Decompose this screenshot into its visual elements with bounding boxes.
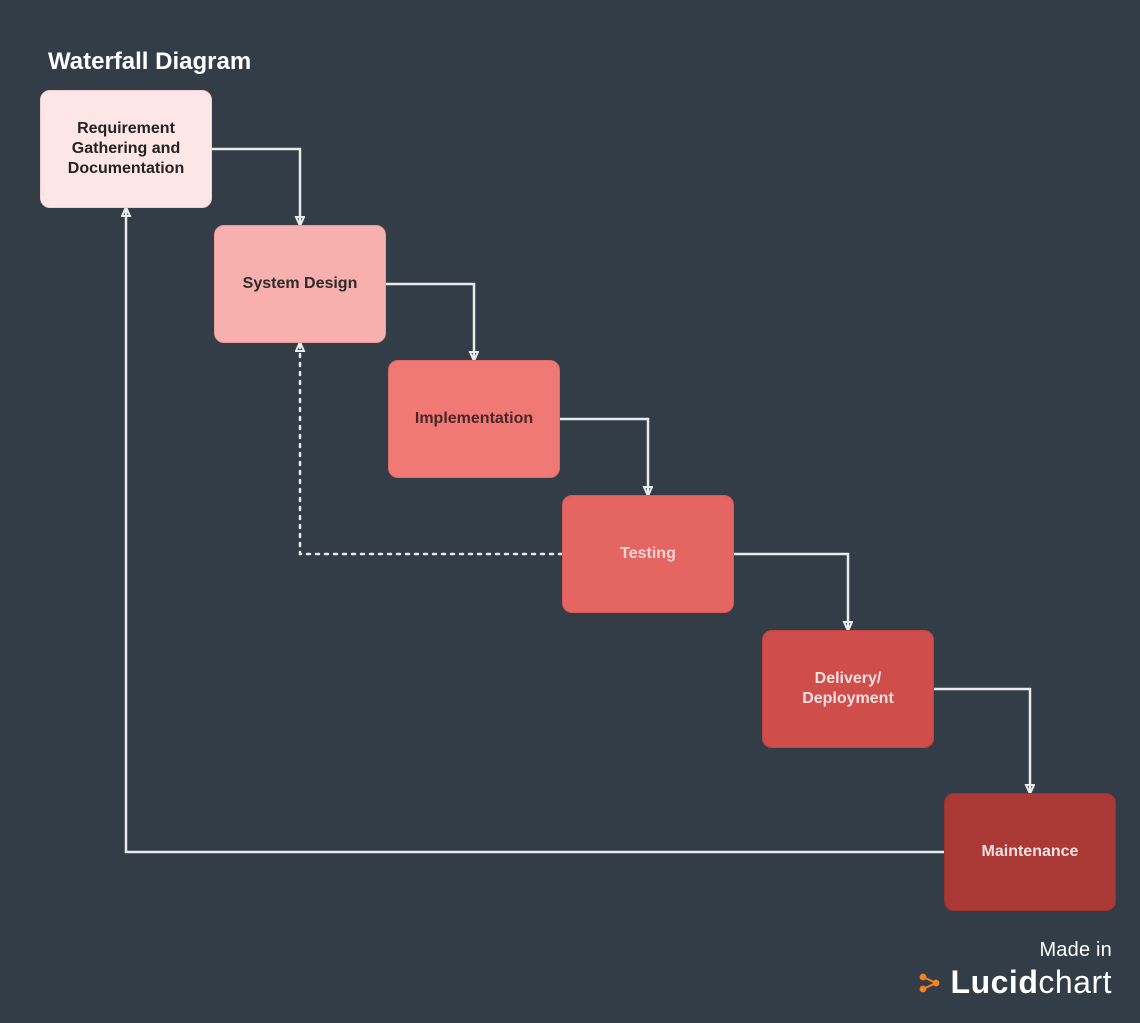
attribution: Made in Lucidchart xyxy=(915,939,1112,1001)
attribution-madein: Made in xyxy=(915,939,1112,962)
node-n1: System Design xyxy=(214,225,386,343)
attribution-brand: Lucidchart xyxy=(915,964,1112,1001)
node-n4: Delivery/ Deployment xyxy=(762,630,934,748)
node-n2: Implementation xyxy=(388,360,560,478)
node-n5: Maintenance xyxy=(944,793,1116,911)
attribution-brand-text: Lucidchart xyxy=(951,964,1112,1001)
node-n0: Requirement Gathering and Documentation xyxy=(40,90,212,208)
node-n3: Testing xyxy=(562,495,734,613)
lucidchart-logo-icon xyxy=(915,969,943,997)
diagram-stage: Requirement Gathering and DocumentationS… xyxy=(0,0,1140,1023)
